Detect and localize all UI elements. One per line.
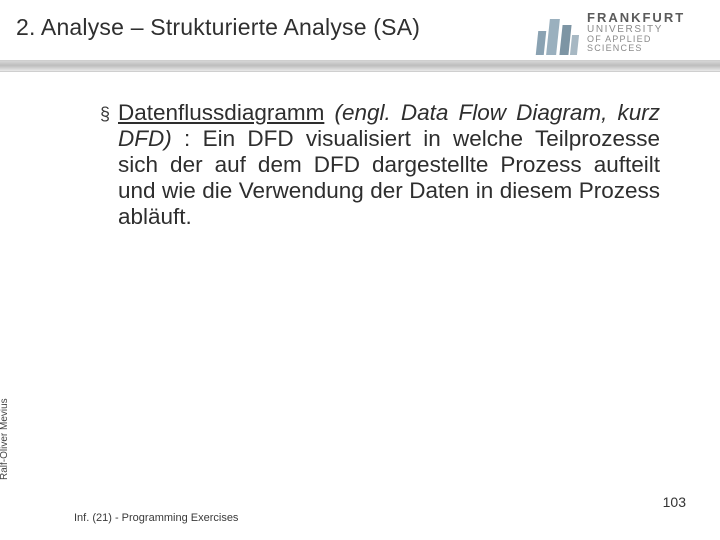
footer-text: Inf. (21) - Programming Exercises <box>74 512 238 524</box>
header-divider <box>0 60 720 72</box>
page-title: 2. Analyse – Strukturierte Analyse (SA) <box>16 14 535 41</box>
page-number: 103 <box>663 494 686 510</box>
logo-line1: FRANKFURT <box>587 11 710 24</box>
logo-text: FRANKFURT UNIVERSITY OF APPLIED SCIENCES <box>587 11 710 54</box>
term-underlined: Datenflussdiagramm <box>118 100 324 125</box>
author-sidebar: Ralf-Oliver Mevius <box>0 398 10 480</box>
logo-line3: OF APPLIED SCIENCES <box>587 35 710 53</box>
bullet-content: Datenflussdiagramm (engl. Data Flow Diag… <box>118 100 660 230</box>
logo-buildings-icon <box>535 9 581 55</box>
bullet-marker: § <box>100 100 118 128</box>
bullet-item: § Datenflussdiagramm (engl. Data Flow Di… <box>100 100 660 230</box>
title-bar: 2. Analyse – Strukturierte Analyse (SA) <box>16 14 535 41</box>
slide: 2. Analyse – Strukturierte Analyse (SA) … <box>0 0 720 540</box>
term-definition: : Ein DFD visualisiert in welche Teilpro… <box>118 126 660 229</box>
university-logo: FRANKFURT UNIVERSITY OF APPLIED SCIENCES <box>535 2 710 62</box>
body-text: § Datenflussdiagramm (engl. Data Flow Di… <box>100 100 660 230</box>
